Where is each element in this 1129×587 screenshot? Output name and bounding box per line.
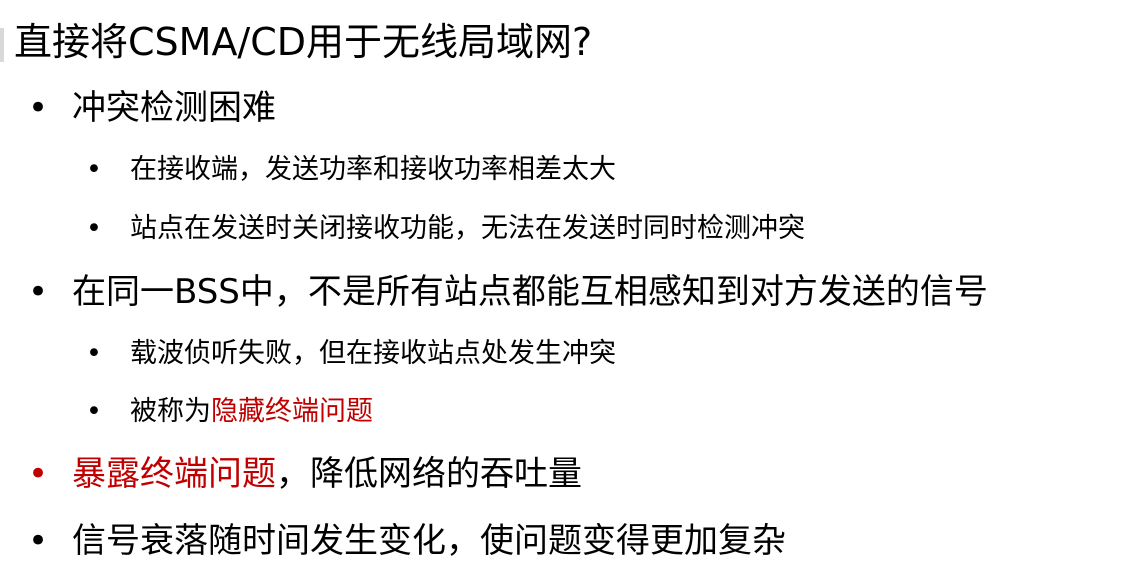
bullet-icon: •: [86, 154, 102, 185]
bullet-icon: •: [86, 396, 102, 427]
sub-bullet-item-hidden-terminal: • 被称为隐藏终端问题: [84, 392, 373, 432]
bullet-icon: •: [28, 521, 49, 561]
item-text: 载波侦听失败，但在接收站点处发生冲突: [130, 338, 616, 369]
title-accent-bar: [0, 28, 4, 62]
sub-bullet-item-carrier-sense-failure: • 载波侦听失败，但在接收站点处发生冲突: [84, 334, 616, 374]
item-text: 在接收端，发送功率和接收功率相差太大: [130, 154, 616, 185]
item-text-suffix: ，降低网络的吞吐量: [276, 454, 582, 494]
exposed-terminal-term: 暴露终端问题: [72, 454, 276, 494]
item-text: 在同一BSS中，不是所有站点都能互相感知到对方发送的信号: [72, 272, 988, 312]
bullet-icon: •: [28, 272, 49, 312]
bullet-icon: •: [86, 338, 102, 369]
item-text: 站点在发送时关闭接收功能，无法在发送时同时检测冲突: [130, 213, 805, 244]
sub-bullet-item-power-difference: • 在接收端，发送功率和接收功率相差太大: [84, 150, 616, 190]
bullet-icon: •: [28, 454, 49, 494]
bullet-icon: •: [28, 88, 49, 128]
item-text-prefix: 被称为: [130, 396, 211, 427]
hidden-terminal-term: 隐藏终端问题: [211, 396, 373, 427]
bullet-item-collision-detection: • 冲突检测困难: [24, 83, 276, 133]
bullet-item-signal-fading: • 信号衰落随时间发生变化，使问题变得更加复杂: [24, 516, 786, 566]
bullet-item-exposed-terminal: • 暴露终端问题，降低网络的吞吐量: [24, 449, 582, 499]
bullet-item-bss-sensing: • 在同一BSS中，不是所有站点都能互相感知到对方发送的信号: [24, 267, 988, 317]
bullet-icon: •: [86, 213, 102, 244]
item-text: 冲突检测困难: [72, 88, 276, 128]
slide-title: 直接将CSMA/CD用于无线局域网?: [14, 20, 593, 64]
item-text: 信号衰落随时间发生变化，使问题变得更加复杂: [72, 521, 786, 561]
sub-bullet-item-receiver-off: • 站点在发送时关闭接收功能，无法在发送时同时检测冲突: [84, 209, 805, 249]
